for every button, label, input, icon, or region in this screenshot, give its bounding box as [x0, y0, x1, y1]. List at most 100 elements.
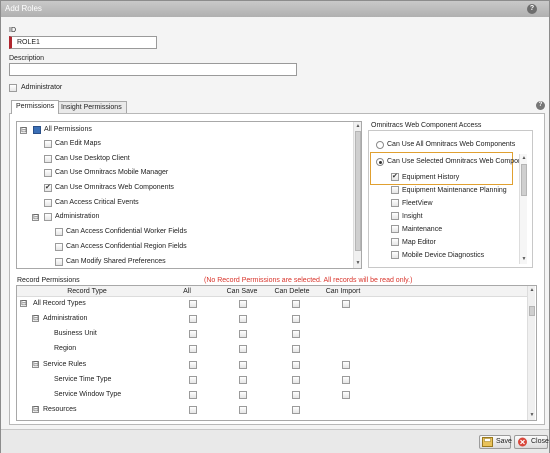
tab-permissions[interactable]: Permissions	[11, 100, 60, 114]
scrollbar-thumb[interactable]	[529, 306, 535, 316]
can-delete-checkbox[interactable]	[292, 345, 300, 353]
component-checkbox[interactable]	[391, 186, 399, 194]
can-save-checkbox[interactable]	[239, 330, 247, 338]
permission-checkbox[interactable]	[55, 228, 63, 236]
record-type-label: Service Rules	[43, 361, 87, 368]
scroll-up-icon[interactable]: ▲	[521, 155, 527, 161]
all-checkbox[interactable]	[189, 315, 197, 323]
can-delete-checkbox[interactable]	[292, 406, 300, 414]
scroll-down-icon[interactable]: ▼	[355, 260, 361, 266]
collapse-icon[interactable]: ⊟	[20, 300, 27, 307]
permission-checkbox[interactable]	[55, 258, 63, 266]
use-all-label: Can Use All Omnitracs Web Components	[387, 141, 516, 148]
can-delete-checkbox[interactable]	[292, 391, 300, 399]
close-label: Close	[531, 438, 549, 445]
scroll-up-icon[interactable]: ▲	[355, 123, 361, 129]
can-delete-checkbox[interactable]	[292, 300, 300, 308]
id-field[interactable]: ROLE1	[9, 36, 157, 49]
description-field[interactable]	[9, 63, 297, 76]
component-checkbox[interactable]	[391, 238, 399, 246]
permission-checkbox[interactable]	[44, 140, 52, 148]
column-can-import: Can Import	[325, 288, 361, 295]
record-type-label: Region	[54, 345, 77, 352]
component-checkbox[interactable]	[391, 199, 399, 207]
scroll-up-icon[interactable]: ▲	[529, 287, 535, 293]
permission-checkbox[interactable]	[55, 243, 63, 251]
use-selected-radio[interactable]	[376, 158, 384, 166]
tree-item-label: Can Edit Maps	[55, 140, 101, 147]
can-save-checkbox[interactable]	[239, 300, 247, 308]
permission-checkbox[interactable]	[44, 183, 52, 192]
can-import-checkbox[interactable]	[342, 376, 350, 384]
record-permissions-warning: (No Record Permissions are selected. All…	[204, 277, 413, 284]
all-checkbox[interactable]	[189, 376, 197, 384]
tree-item-label: Administration	[55, 213, 100, 220]
all-checkbox[interactable]	[189, 361, 197, 369]
all-checkbox[interactable]	[189, 345, 197, 353]
record-permissions-title: Record Permissions	[17, 277, 80, 284]
collapse-icon[interactable]: ⊟	[32, 361, 39, 368]
collapse-icon[interactable]: ⊟	[32, 214, 39, 221]
collapse-icon[interactable]: ⊟	[20, 127, 27, 134]
can-save-checkbox[interactable]	[239, 376, 247, 384]
can-import-checkbox[interactable]	[342, 361, 350, 369]
record-type-label: Service Time Type	[54, 376, 112, 383]
can-delete-checkbox[interactable]	[292, 376, 300, 384]
record-type-label: Administration	[43, 315, 88, 322]
tree-item-label: Can Modify Shared Preferences	[66, 258, 166, 265]
can-save-checkbox[interactable]	[239, 361, 247, 369]
web-access-title: Omnitracs Web Component Access	[371, 122, 482, 129]
all-checkbox[interactable]	[189, 391, 197, 399]
administrator-label: Administrator	[21, 84, 63, 91]
can-import-checkbox[interactable]	[342, 391, 350, 399]
collapse-icon[interactable]: ⊟	[32, 315, 39, 322]
column-record-type: Record Type	[67, 288, 107, 295]
scroll-down-icon[interactable]: ▼	[529, 412, 535, 418]
grid-scrollbar[interactable]: ▲ ▼	[527, 286, 535, 420]
all-checkbox[interactable]	[189, 330, 197, 338]
record-type-label: All Record Types	[33, 300, 86, 307]
can-save-checkbox[interactable]	[239, 345, 247, 353]
can-save-checkbox[interactable]	[239, 406, 247, 414]
component-label: FleetView	[402, 200, 433, 207]
can-save-checkbox[interactable]	[239, 391, 247, 399]
can-save-checkbox[interactable]	[239, 315, 247, 323]
close-icon	[518, 437, 527, 447]
tree-item-label: All Permissions	[44, 126, 92, 133]
can-delete-checkbox[interactable]	[292, 361, 300, 369]
permission-checkbox[interactable]	[44, 155, 52, 163]
save-button[interactable]: Save	[479, 435, 512, 449]
column-all: All	[183, 288, 191, 295]
administrator-checkbox[interactable]	[9, 84, 17, 92]
permission-checkbox[interactable]	[44, 213, 52, 221]
all-permissions-checkbox[interactable]	[33, 126, 41, 134]
component-checkbox[interactable]	[391, 225, 399, 233]
add-roles-dialog: Add Roles ? ID ROLE1 Description Adminis…	[0, 0, 550, 453]
scroll-down-icon[interactable]: ▼	[521, 256, 527, 262]
permission-checkbox[interactable]	[44, 169, 52, 177]
component-checkbox[interactable]	[391, 212, 399, 220]
dialog-footer: Save Close	[1, 429, 549, 453]
close-button[interactable]: Close	[514, 435, 549, 449]
record-type-label: Service Window Type	[54, 391, 122, 398]
collapse-icon[interactable]: ⊟	[32, 406, 39, 413]
all-checkbox[interactable]	[189, 406, 197, 414]
scrollbar-thumb[interactable]	[521, 164, 527, 196]
help-icon[interactable]: ?	[536, 101, 545, 110]
help-icon[interactable]: ?	[527, 4, 537, 14]
scrollbar-thumb[interactable]	[355, 131, 361, 251]
can-import-checkbox[interactable]	[342, 300, 350, 308]
component-checkbox[interactable]	[391, 251, 399, 259]
tree-scrollbar[interactable]: ▲ ▼	[353, 122, 361, 268]
grid-header: Record Type All Can Save Can Delete Can …	[17, 286, 527, 297]
components-scrollbar[interactable]: ▲ ▼	[519, 154, 527, 264]
component-checkbox[interactable]	[391, 172, 399, 181]
column-can-delete: Can Delete	[274, 288, 310, 295]
use-all-radio[interactable]	[376, 141, 384, 149]
permission-checkbox[interactable]	[44, 199, 52, 207]
record-permissions-grid: Record Type All Can Save Can Delete Can …	[16, 285, 537, 421]
can-delete-checkbox[interactable]	[292, 330, 300, 338]
all-checkbox[interactable]	[189, 300, 197, 308]
can-delete-checkbox[interactable]	[292, 315, 300, 323]
record-type-label: Resources	[43, 406, 77, 413]
